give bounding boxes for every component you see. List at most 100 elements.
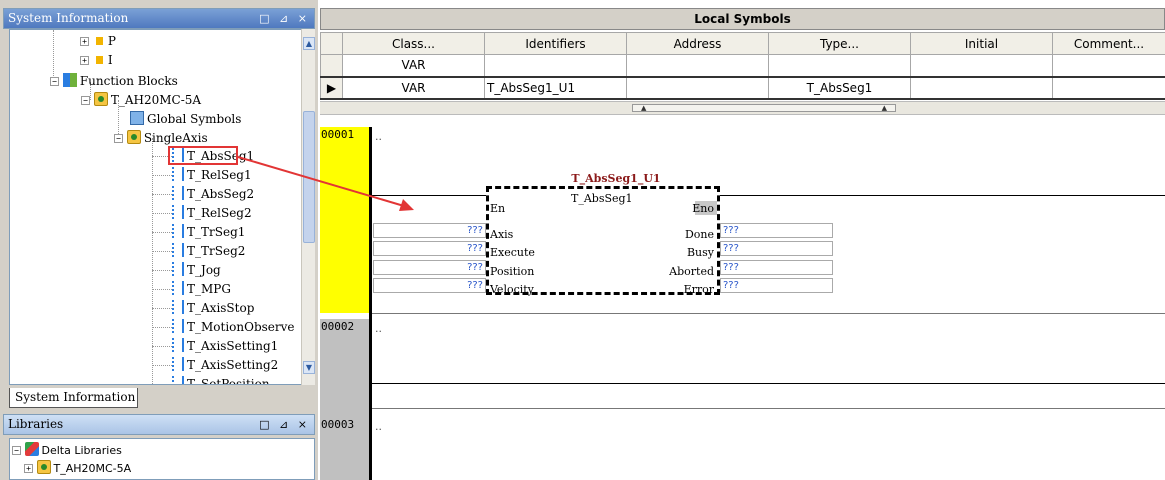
row-selector-arrow-icon[interactable]: ▶ bbox=[320, 75, 343, 100]
expand-icon[interactable]: + bbox=[80, 56, 89, 65]
ladder-editor[interactable]: 00001 .. 00002 .. 00003 .. T_AbsSeg1_U1 … bbox=[320, 118, 1165, 480]
function-block-icon bbox=[172, 300, 184, 314]
expand-icon[interactable]: + bbox=[80, 37, 89, 46]
function-block-instance-name[interactable]: T_AbsSeg1_U1 bbox=[566, 172, 666, 185]
tree-item-t-mpg[interactable]: T_MPG bbox=[172, 280, 231, 299]
rung-gutter[interactable]: 00001 bbox=[320, 127, 372, 313]
tree-item-t-trseg1[interactable]: T_TrSeg1 bbox=[172, 223, 245, 242]
pin-position-label: Position bbox=[490, 265, 535, 278]
function-block-type: T_AbsSeg1 bbox=[571, 192, 633, 205]
pin-en-label: En bbox=[490, 202, 506, 215]
column-header-initial[interactable]: Initial bbox=[910, 32, 1053, 55]
cell-comment[interactable] bbox=[1052, 54, 1165, 77]
rung-dots: .. bbox=[375, 420, 382, 433]
collapse-icon[interactable]: − bbox=[81, 96, 90, 105]
panel-window-controls[interactable]: □ ⊿ × bbox=[259, 9, 310, 28]
cell-address[interactable] bbox=[626, 54, 769, 77]
global-symbols-icon bbox=[130, 111, 144, 125]
function-block[interactable]: T_AbsSeg1 En Eno Axis Execute Position V… bbox=[486, 186, 720, 296]
row-selector-header bbox=[320, 32, 343, 55]
power-line bbox=[372, 195, 486, 196]
pin-velocity-label: Velocity bbox=[490, 283, 534, 296]
function-block-icon bbox=[172, 186, 184, 200]
output-param-done[interactable]: ??? bbox=[720, 223, 833, 238]
scrollbar-thumb[interactable] bbox=[303, 111, 315, 243]
cell-initial[interactable] bbox=[910, 54, 1053, 77]
local-symbols-table: Class... Identifiers Address Type... Ini… bbox=[320, 32, 1165, 100]
tree-item-t-absseg2[interactable]: T_AbsSeg2 bbox=[172, 185, 254, 204]
output-param-error[interactable]: ??? bbox=[720, 278, 833, 293]
scroll-up-icon[interactable]: ▲ bbox=[303, 37, 315, 50]
input-icon bbox=[93, 33, 105, 47]
cell-class[interactable]: VAR bbox=[342, 75, 485, 100]
chevron-up-icon: ▲ bbox=[881, 104, 887, 112]
tree-item-i[interactable]: + I bbox=[80, 51, 113, 70]
cell-comment[interactable] bbox=[1052, 75, 1165, 100]
pin-eno-label: Eno bbox=[692, 202, 714, 215]
table-row[interactable]: ▶ VAR T_AbsSeg1_U1 T_AbsSeg1 bbox=[320, 75, 1165, 100]
panel-title-text: System Information bbox=[8, 11, 129, 25]
tree-item-t-trseg2[interactable]: T_TrSeg2 bbox=[172, 242, 245, 261]
pin-error-label: Error bbox=[683, 283, 714, 296]
column-header-identifiers[interactable]: Identifiers bbox=[484, 32, 627, 55]
cell-type[interactable] bbox=[768, 54, 911, 77]
tab-system-information[interactable]: System Information bbox=[9, 388, 138, 408]
rung-gutter[interactable]: 00003 bbox=[320, 417, 372, 480]
library-item-t-ah20mc-5a[interactable]: + T_AH20MC-5A bbox=[24, 459, 131, 478]
tree-item-t-axisstop[interactable]: T_AxisStop bbox=[172, 299, 254, 318]
collapse-icon[interactable]: − bbox=[50, 77, 59, 86]
tree-item-t-axissetting2[interactable]: T_AxisSetting2 bbox=[172, 356, 278, 375]
tree-item-t-setposition[interactable]: T_SetPosition bbox=[172, 375, 270, 384]
expand-icon[interactable]: + bbox=[24, 464, 33, 473]
row-selector[interactable] bbox=[320, 54, 343, 77]
pin-busy-label: Busy bbox=[686, 246, 714, 259]
tree-item-function-blocks[interactable]: − Function Blocks bbox=[50, 72, 178, 91]
left-power-rail bbox=[369, 127, 372, 480]
input-param-position[interactable]: ??? bbox=[373, 260, 486, 275]
input-param-axis[interactable]: ??? bbox=[373, 223, 486, 238]
column-header-address[interactable]: Address bbox=[626, 32, 769, 55]
library-item-delta-libraries[interactable]: − Delta Libraries bbox=[12, 441, 122, 460]
function-block-icon bbox=[172, 205, 184, 219]
rung-gutter[interactable]: 00002 bbox=[320, 319, 372, 417]
tree-item-t-motionobserve[interactable]: T_MotionObserve bbox=[172, 318, 295, 337]
tree-item-t-relseg2[interactable]: T_RelSeg2 bbox=[172, 204, 252, 223]
chevron-up-icon: ▲ bbox=[641, 104, 647, 112]
cell-class[interactable]: VAR bbox=[342, 54, 485, 77]
tree-item-t-jog[interactable]: T_Jog bbox=[172, 261, 221, 280]
collapse-icon[interactable]: − bbox=[12, 446, 21, 455]
pin-axis-label: Axis bbox=[490, 228, 514, 241]
folder-icon bbox=[93, 92, 108, 106]
cell-type[interactable]: T_AbsSeg1 bbox=[768, 75, 911, 100]
tree-item-t-relseg1[interactable]: T_RelSeg1 bbox=[172, 166, 252, 185]
collapse-icon[interactable]: − bbox=[114, 134, 123, 143]
libraries-tree: − Delta Libraries + T_AH20MC-5A bbox=[9, 438, 315, 480]
cell-address[interactable] bbox=[626, 75, 769, 100]
scroll-down-icon[interactable]: ▼ bbox=[303, 361, 315, 374]
table-row[interactable]: VAR bbox=[320, 54, 1165, 77]
cell-identifier[interactable] bbox=[484, 54, 627, 77]
column-header-type[interactable]: Type... bbox=[768, 32, 911, 55]
rung-number: 00001 bbox=[321, 128, 355, 141]
panel-window-controls[interactable]: □ ⊿ × bbox=[259, 415, 310, 434]
pin-done-label: Done bbox=[684, 228, 714, 241]
tree-item-t-ah20mc-5a[interactable]: − T_AH20MC-5A bbox=[81, 91, 201, 110]
column-header-comment[interactable]: Comment... bbox=[1052, 32, 1165, 55]
pane-splitter[interactable]: ▲ ▲ bbox=[320, 101, 1165, 115]
table-header-row: Class... Identifiers Address Type... Ini… bbox=[320, 32, 1165, 55]
cell-initial[interactable] bbox=[910, 75, 1053, 100]
library-icon bbox=[24, 442, 39, 456]
tree-item-global-symbols[interactable]: Global Symbols bbox=[130, 110, 241, 129]
cell-identifier[interactable]: T_AbsSeg1_U1 bbox=[484, 75, 627, 100]
output-param-aborted[interactable]: ??? bbox=[720, 260, 833, 275]
highlight-annotation-box bbox=[168, 146, 238, 165]
function-block-icon bbox=[172, 376, 184, 384]
output-param-busy[interactable]: ??? bbox=[720, 241, 833, 256]
tree-item-p[interactable]: + P bbox=[80, 32, 116, 51]
input-param-execute[interactable]: ??? bbox=[373, 241, 486, 256]
splitter-grip[interactable]: ▲ ▲ bbox=[632, 104, 896, 112]
tree-scrollbar[interactable]: ▲ ▼ bbox=[301, 29, 315, 385]
input-param-velocity[interactable]: ??? bbox=[373, 278, 486, 293]
column-header-class[interactable]: Class... bbox=[342, 32, 485, 55]
tree-item-t-axissetting1[interactable]: T_AxisSetting1 bbox=[172, 337, 278, 356]
